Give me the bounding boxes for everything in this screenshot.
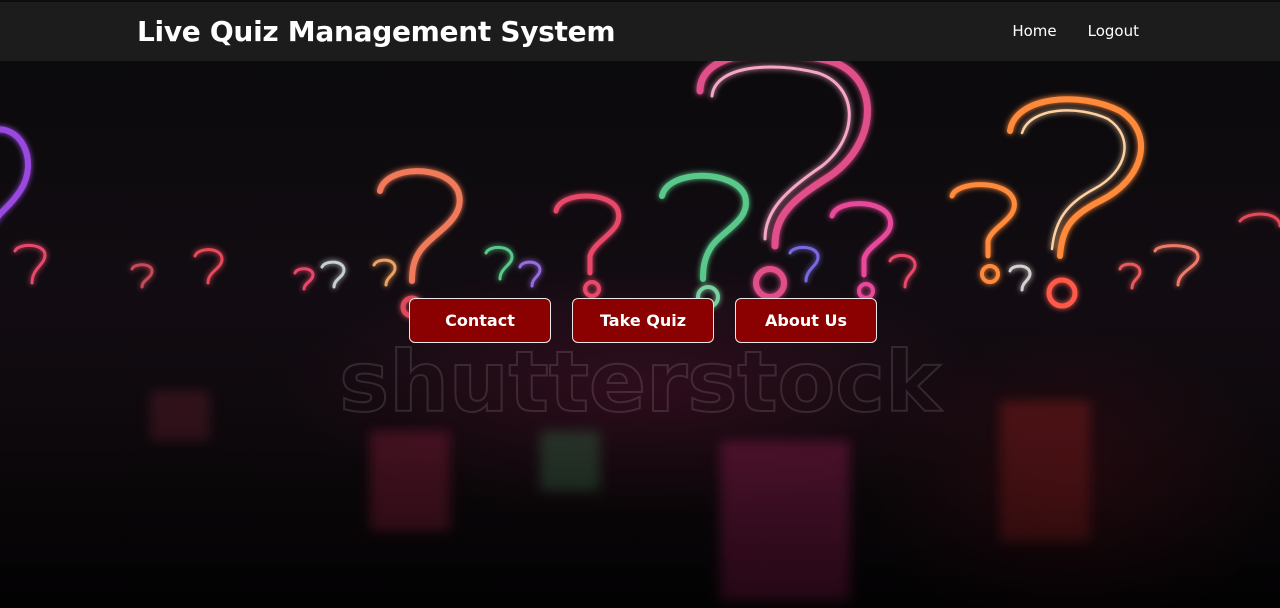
nav-logout-link[interactable]: Logout bbox=[1088, 22, 1139, 40]
take-quiz-button[interactable]: Take Quiz bbox=[572, 298, 714, 343]
site-title[interactable]: Live Quiz Management System bbox=[137, 15, 616, 48]
nav-home-link[interactable]: Home bbox=[1012, 22, 1056, 40]
hero-buttons: Contact Take Quiz About Us bbox=[409, 298, 877, 343]
watermark-text: shutterstock bbox=[339, 333, 943, 431]
about-us-button[interactable]: About Us bbox=[735, 298, 877, 343]
contact-button[interactable]: Contact bbox=[409, 298, 551, 343]
navbar: Live Quiz Management System Home Logout bbox=[0, 0, 1280, 61]
nav-links: Home Logout bbox=[1012, 22, 1139, 40]
page: Live Quiz Management System Home Logout bbox=[0, 0, 1280, 608]
